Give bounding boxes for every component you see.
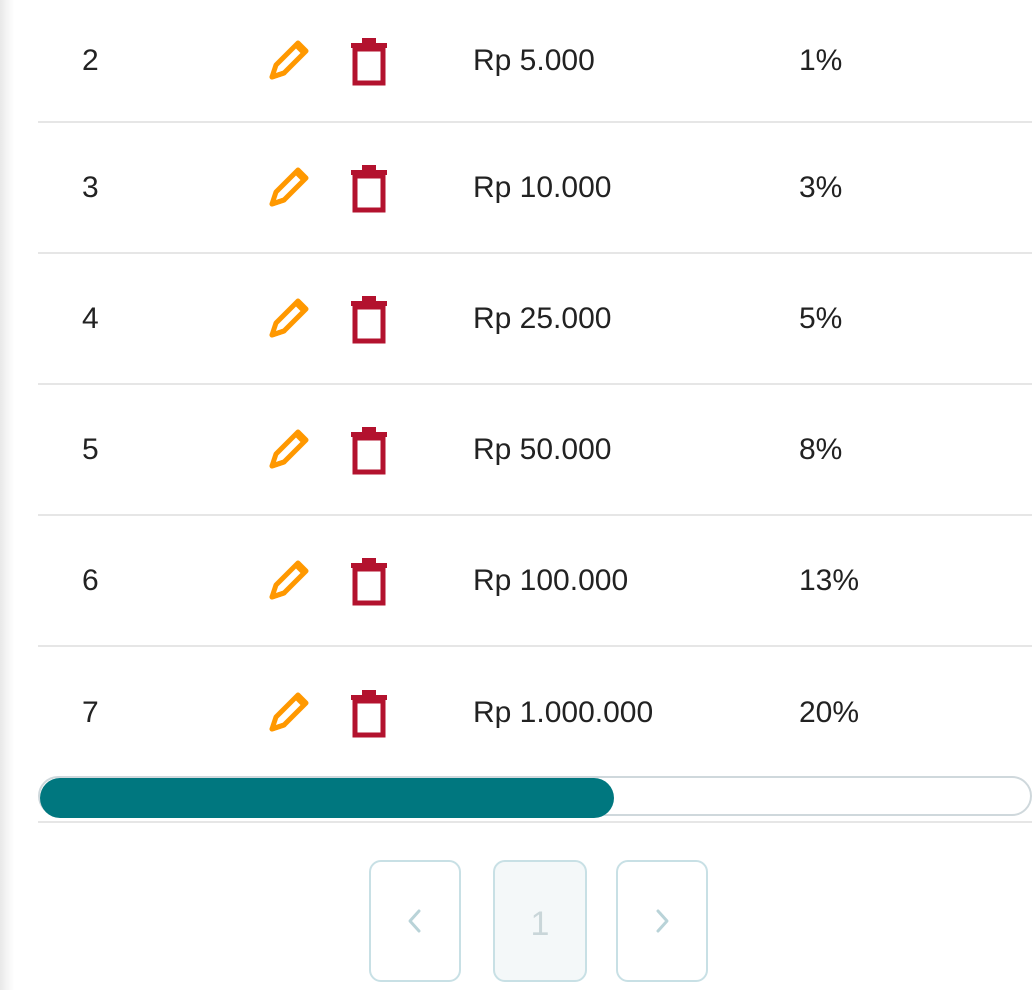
edit-pencil-icon[interactable] [262,424,314,476]
edit-pencil-icon[interactable] [262,687,314,739]
chevron-right-icon [650,907,674,935]
amount-value: Rp 5.000 [473,43,595,77]
edit-pencil-icon[interactable] [262,555,314,607]
delete-trash-icon[interactable] [347,424,391,476]
percentage-value: 13% [799,563,860,597]
row-number: 5 [82,432,99,466]
delete-trash-icon[interactable] [347,293,391,345]
table-row: 7 Rp 1.000.000 20% [38,647,1032,778]
horizontal-scrollbar-thumb[interactable] [40,778,614,818]
next-page-button[interactable] [616,860,708,982]
chevron-left-icon [403,907,427,935]
row-number: 7 [82,695,99,729]
left-panel-shadow [0,0,14,990]
row-number: 2 [82,43,99,77]
previous-page-button[interactable] [369,860,461,982]
table-row: 3 Rp 10.000 3% [38,123,1032,254]
amount-value: Rp 1.000.000 [473,695,654,729]
amount-value: Rp 50.000 [473,432,612,466]
percentage-value: 20% [799,695,860,729]
amount-value: Rp 25.000 [473,301,612,335]
delete-trash-icon[interactable] [347,35,391,87]
percentage-value: 1% [799,43,843,77]
delete-trash-icon[interactable] [347,687,391,739]
horizontal-scrollbar-area [38,776,1032,823]
page-1-button[interactable]: 1 [493,860,587,982]
horizontal-scrollbar-track[interactable] [38,776,1032,818]
discount-table: 2 Rp 5.000 1% 3 Rp 10.000 3% 4 Rp 25.000… [38,0,1032,778]
edit-pencil-icon[interactable] [262,162,314,214]
row-number: 3 [82,170,99,204]
row-number: 4 [82,301,99,335]
amount-value: Rp 100.000 [473,563,629,597]
edit-pencil-icon[interactable] [262,35,314,87]
percentage-value: 3% [799,170,843,204]
edit-pencil-icon[interactable] [262,293,314,345]
table-page: 2 Rp 5.000 1% 3 Rp 10.000 3% 4 Rp 25.000… [0,0,1032,990]
table-row: 6 Rp 100.000 13% [38,516,1032,647]
delete-trash-icon[interactable] [347,555,391,607]
table-row: 5 Rp 50.000 8% [38,385,1032,516]
table-row: 2 Rp 5.000 1% [38,0,1032,123]
percentage-value: 8% [799,432,843,466]
percentage-value: 5% [799,301,843,335]
pagination: 1 [369,860,711,984]
table-row: 4 Rp 25.000 5% [38,254,1032,385]
amount-value: Rp 10.000 [473,170,612,204]
delete-trash-icon[interactable] [347,162,391,214]
row-number: 6 [82,563,99,597]
